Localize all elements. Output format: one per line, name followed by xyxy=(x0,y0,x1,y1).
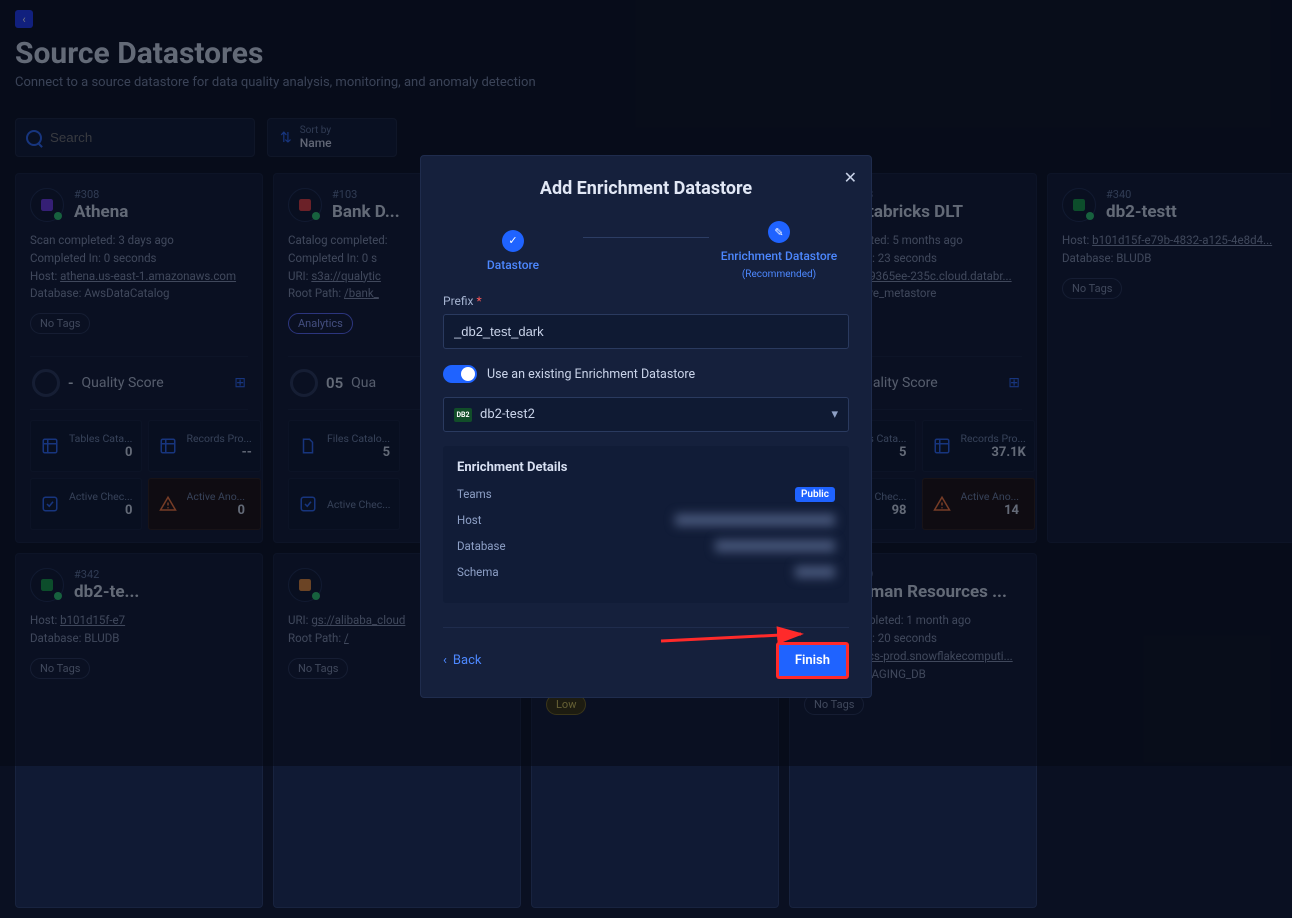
toggle-label: Use an existing Enrichment Datastore xyxy=(487,367,695,382)
detail-database-label: Database xyxy=(457,539,506,553)
modal-overlay: ✕ Add Enrichment Datastore ✓ Datastore ✎… xyxy=(0,0,1292,766)
add-enrichment-modal: ✕ Add Enrichment Datastore ✓ Datastore ✎… xyxy=(420,155,872,698)
step-1-dot: ✓ xyxy=(502,230,524,252)
detail-host-value xyxy=(675,514,835,526)
select-value: db2-test2 xyxy=(480,407,535,422)
enrichment-select[interactable]: DB2 db2-test2 ▾ xyxy=(443,397,849,432)
detail-database-value xyxy=(715,540,835,552)
step-2-sublabel: (Recommended) xyxy=(742,269,816,280)
prefix-input[interactable] xyxy=(443,314,849,349)
close-icon[interactable]: ✕ xyxy=(844,168,857,187)
step-2-label: Enrichment Datastore xyxy=(721,249,837,263)
prefix-label: Prefix* xyxy=(443,294,849,308)
chevron-down-icon: ▾ xyxy=(831,407,838,422)
finish-button[interactable]: Finish xyxy=(776,642,849,679)
detail-schema-value xyxy=(795,566,835,578)
detail-schema-label: Schema xyxy=(457,565,499,579)
step-1-label: Datastore xyxy=(487,258,539,272)
step-2-dot: ✎ xyxy=(768,221,790,243)
stepper: ✓ Datastore ✎ Enrichment Datastore (Reco… xyxy=(443,221,849,280)
enrichment-details-title: Enrichment Details xyxy=(457,460,835,475)
enrichment-details-panel: Enrichment Details Teams Public Host Dat… xyxy=(443,446,849,603)
public-badge: Public xyxy=(795,487,835,502)
db2-icon: DB2 xyxy=(454,408,472,422)
detail-teams-label: Teams xyxy=(457,487,492,501)
detail-host-label: Host xyxy=(457,513,481,527)
use-existing-toggle[interactable] xyxy=(443,365,477,383)
chevron-left-icon: ‹ xyxy=(443,653,447,668)
back-button[interactable]: ‹ Back xyxy=(443,653,481,668)
modal-title: Add Enrichment Datastore xyxy=(443,178,849,199)
